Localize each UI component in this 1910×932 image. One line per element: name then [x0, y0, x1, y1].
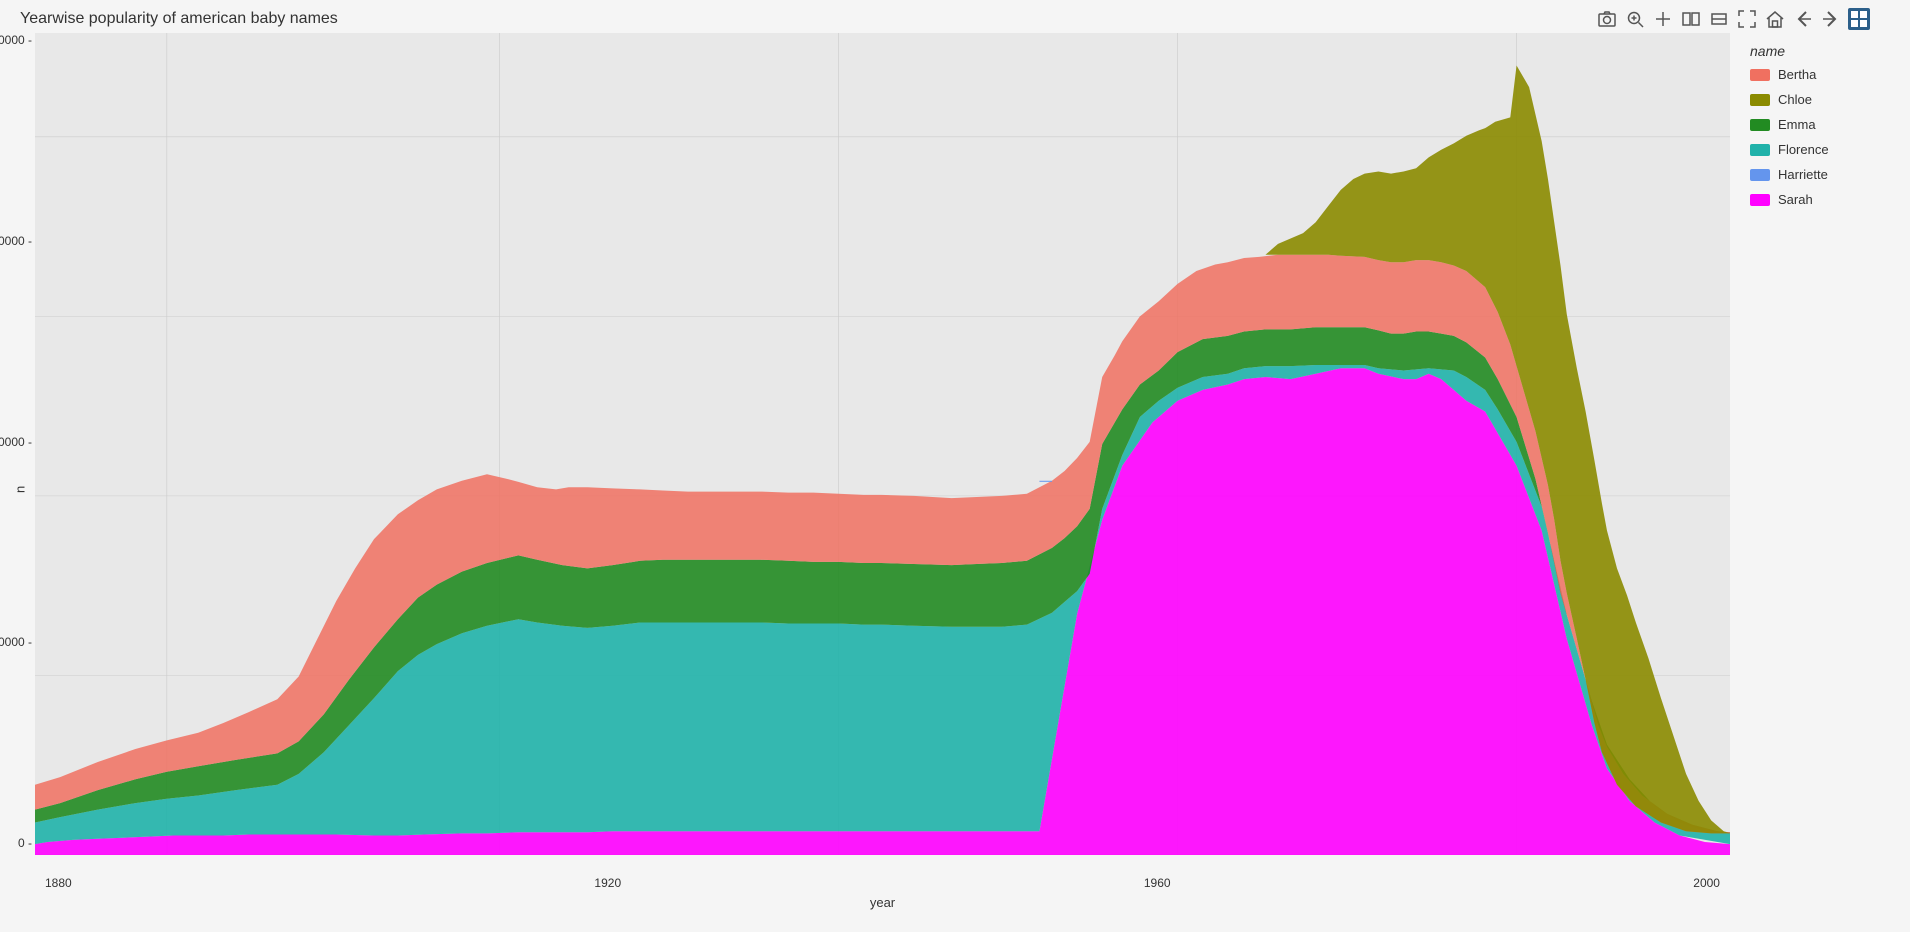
legend: name Bertha Chloe Emma Florence	[1740, 33, 1900, 227]
legend-color-bertha	[1750, 69, 1770, 81]
legend-color-emma	[1750, 119, 1770, 131]
y-tick-30000: 30000 -	[0, 234, 32, 248]
plus-icon[interactable]	[1652, 8, 1674, 30]
x-tick-1880: 1880	[45, 876, 72, 890]
x-axis-title: year	[870, 895, 895, 910]
chart-inner: 0 - 10000 - 20000 - 30000 - 40000 - 1880…	[35, 33, 1910, 905]
y-tick-40000: 40000 -	[0, 33, 32, 47]
y-tick-20000: 20000 -	[0, 435, 32, 449]
legend-label-emma: Emma	[1778, 117, 1816, 132]
chart-svg	[35, 33, 1730, 855]
y-tick-0: 0 -	[0, 836, 32, 850]
chart-container: Yearwise popularity of american baby nam…	[0, 0, 1910, 932]
legend-label-bertha: Bertha	[1778, 67, 1816, 82]
legend-item-harriette: Harriette	[1750, 167, 1890, 182]
legend-item-sarah: Sarah	[1750, 192, 1890, 207]
legend-label-chloe: Chloe	[1778, 92, 1812, 107]
legend-item-bertha: Bertha	[1750, 67, 1890, 82]
x-tick-2000: 2000	[1693, 876, 1720, 890]
right-arrow-icon[interactable]	[1820, 8, 1842, 30]
legend-color-harriette	[1750, 169, 1770, 181]
legend-label-florence: Florence	[1778, 142, 1829, 157]
x-tick-1920: 1920	[594, 876, 621, 890]
toolbar	[1596, 8, 1870, 30]
zoom-in-icon[interactable]	[1624, 8, 1646, 30]
legend-item-florence: Florence	[1750, 142, 1890, 157]
x-tick-1960: 1960	[1144, 876, 1171, 890]
grid-view-icon[interactable]	[1848, 8, 1870, 30]
shrink-icon[interactable]	[1708, 8, 1730, 30]
camera-icon[interactable]	[1596, 8, 1618, 30]
legend-title: name	[1750, 43, 1890, 59]
left-arrow-icon[interactable]	[1792, 8, 1814, 30]
legend-color-chloe	[1750, 94, 1770, 106]
y-tick-10000: 10000 -	[0, 635, 32, 649]
plot-area[interactable]: 0 - 10000 - 20000 - 30000 - 40000 - 1880…	[35, 33, 1730, 855]
legend-item-emma: Emma	[1750, 117, 1890, 132]
home-icon[interactable]	[1764, 8, 1786, 30]
x-axis-ticks: 1880 1920 1960 2000	[35, 876, 1730, 890]
fullscreen-icon[interactable]	[1736, 8, 1758, 30]
legend-color-florence	[1750, 144, 1770, 156]
legend-color-sarah	[1750, 194, 1770, 206]
chart-wrapper: n 0 - 10000 - 20000 - 30000 - 40000 - 18…	[10, 33, 1910, 905]
expand-h-icon[interactable]	[1680, 8, 1702, 30]
legend-label-harriette: Harriette	[1778, 167, 1828, 182]
legend-item-chloe: Chloe	[1750, 92, 1890, 107]
y-axis-ticks: 0 - 10000 - 20000 - 30000 - 40000 -	[0, 33, 32, 855]
legend-label-sarah: Sarah	[1778, 192, 1813, 207]
